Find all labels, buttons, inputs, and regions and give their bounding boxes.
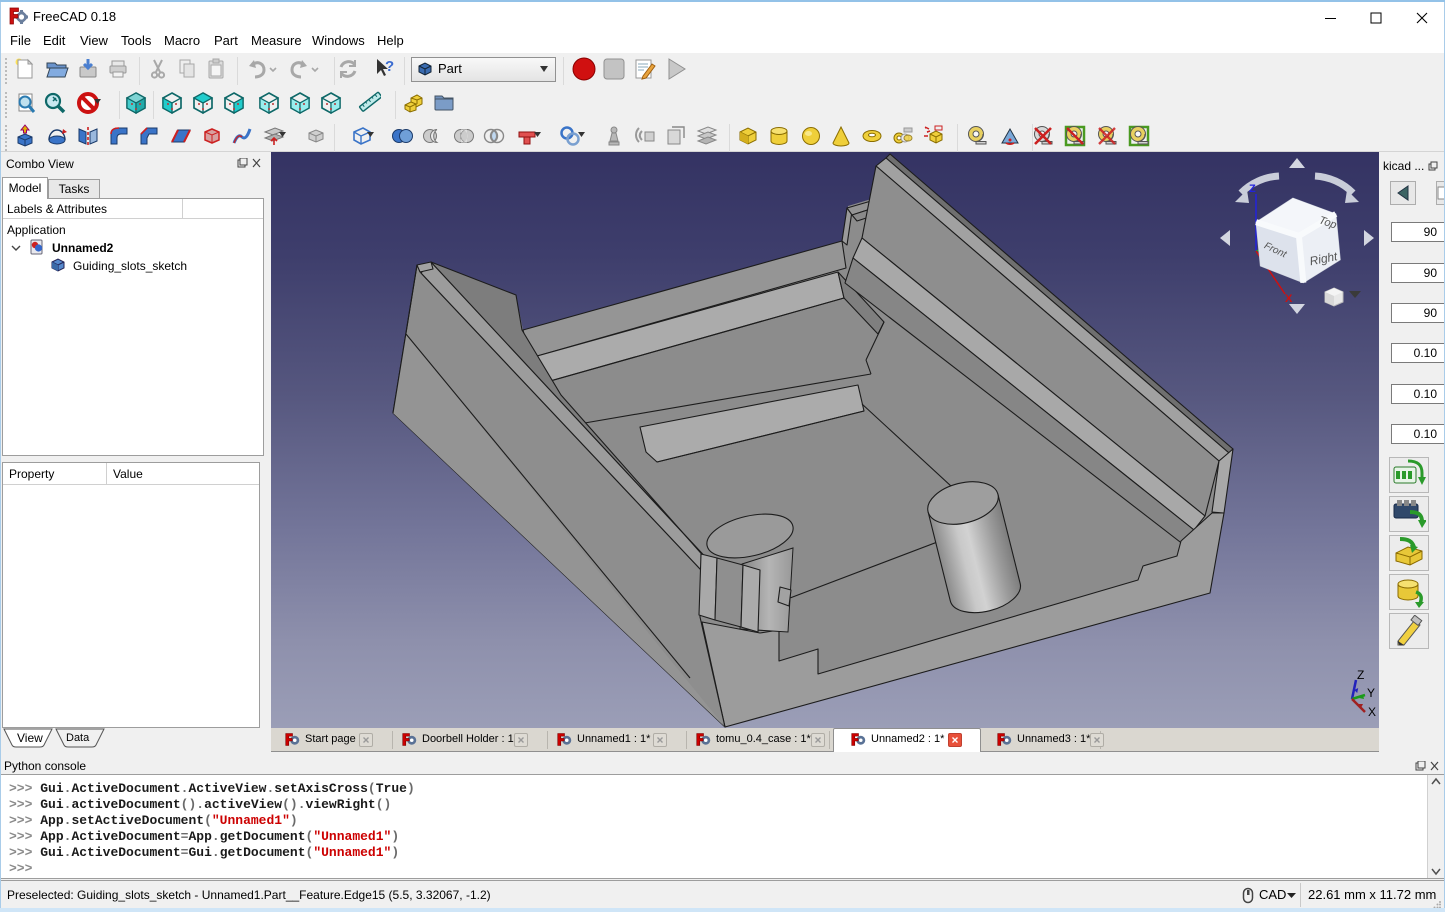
svg-text:X: X [1368, 705, 1376, 719]
svg-text:?: ? [385, 58, 394, 75]
svg-text:Z: Z [1249, 183, 1256, 195]
svg-text:X: X [1285, 293, 1293, 305]
svg-text:Y: Y [1367, 686, 1375, 700]
svg-text:Z: Z [1357, 668, 1364, 682]
